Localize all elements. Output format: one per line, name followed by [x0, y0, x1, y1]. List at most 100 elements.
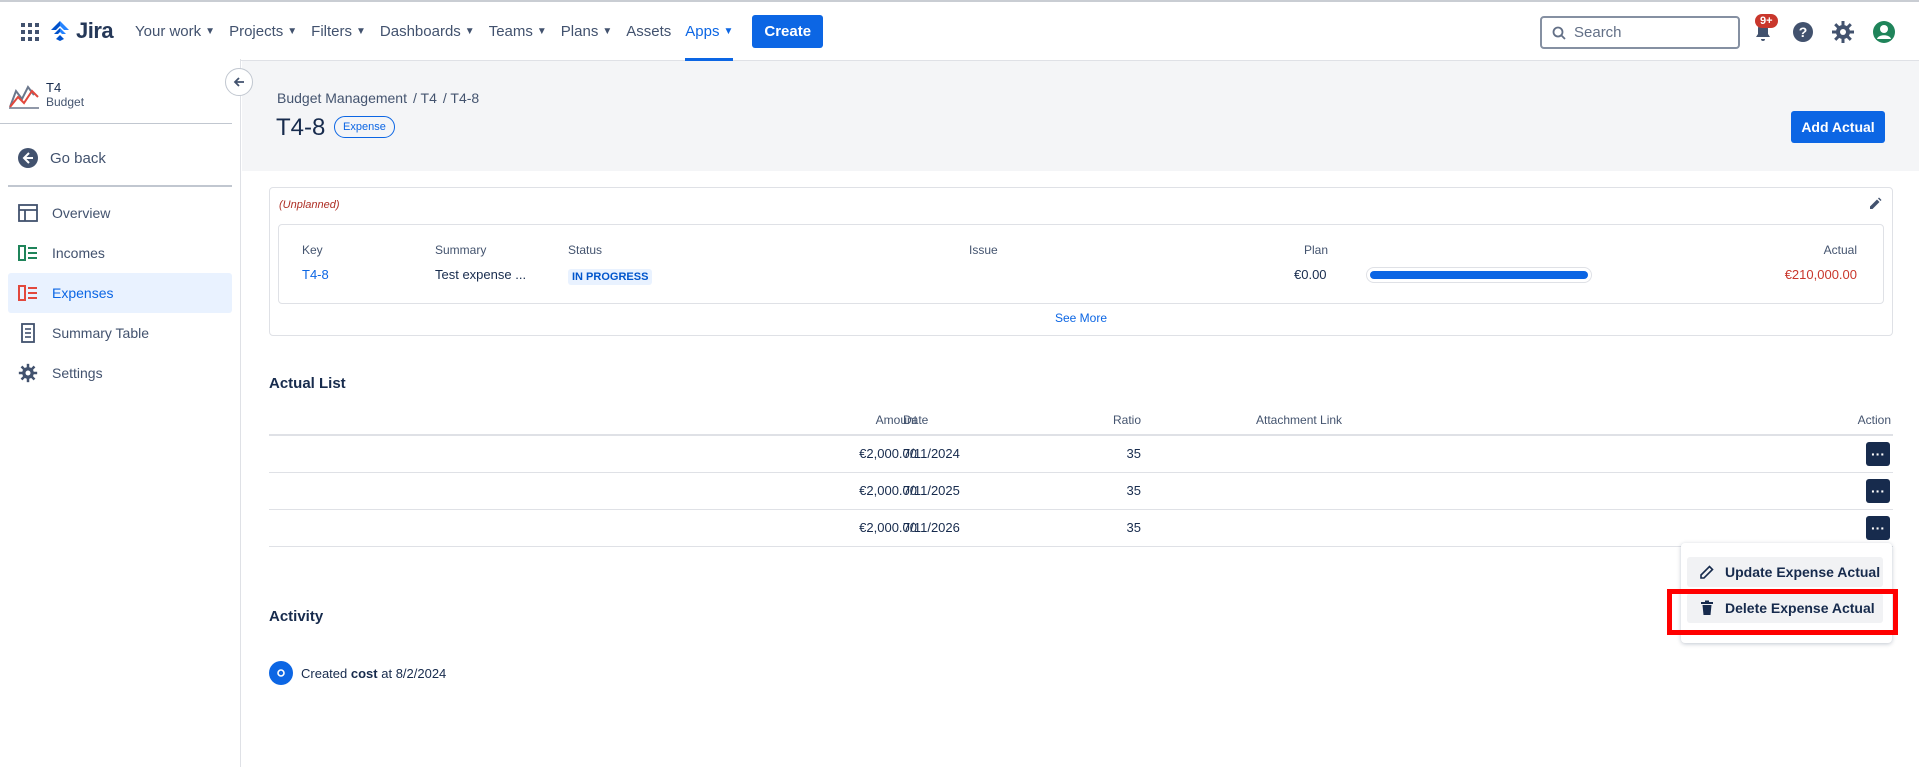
progress-bar-fill	[1370, 271, 1588, 279]
highlight-box	[1667, 589, 1898, 635]
sidebar-item-label: Overview	[52, 205, 111, 221]
summary-table-icon	[18, 323, 38, 343]
sidebar-item-expenses[interactable]: Expenses	[8, 273, 232, 313]
nav-filters[interactable]: Filters ▼	[304, 2, 373, 61]
pencil-icon[interactable]	[1868, 197, 1882, 211]
add-actual-button[interactable]: Add Actual	[1791, 111, 1885, 143]
more-icon: ···	[1871, 483, 1885, 499]
activity-avatar-icon	[269, 661, 293, 685]
chevron-down-icon: ▼	[723, 26, 734, 37]
go-back-link[interactable]: Go back	[18, 148, 106, 168]
column-header-plan: Plan	[1304, 243, 1329, 257]
page-header-band	[242, 61, 1919, 171]
unplanned-tag: (Unplanned)	[279, 199, 340, 211]
breadcrumb-item[interactable]: / T4-8	[443, 90, 479, 106]
project-name: T4	[46, 80, 62, 95]
activity-bold-text: cost	[350, 665, 378, 681]
sidebar-item-summary-table[interactable]: Summary Table	[8, 313, 232, 353]
breadcrumb-item[interactable]: Budget Management	[277, 90, 407, 106]
column-header-status: Status	[568, 243, 603, 257]
divider	[0, 123, 232, 124]
jira-logo-icon	[50, 20, 70, 42]
summary-value: Test expense ...	[435, 267, 527, 282]
nav-label: Teams	[488, 23, 533, 40]
app-switcher-icon[interactable]	[20, 22, 40, 42]
status-lozenge: IN PROGRESS	[568, 268, 653, 285]
profile-avatar-icon[interactable]	[1872, 20, 1896, 44]
actual-list-table: Amount Ratio Date Attachment Link Action…	[269, 408, 1893, 547]
more-icon: ···	[1871, 520, 1885, 536]
actual-list-title: Actual List	[269, 375, 346, 392]
nav-label: Plans	[560, 23, 599, 40]
nav-projects[interactable]: Projects ▼	[222, 2, 304, 61]
activity-title: Activity	[269, 608, 324, 625]
pencil-icon	[1699, 564, 1715, 580]
top-navigation: Jira Your work ▼ Projects ▼ Filters ▼ Da…	[0, 0, 1919, 61]
nav-your-work[interactable]: Your work ▼	[128, 2, 222, 61]
column-header-attachment: Attachment Link	[1256, 413, 1343, 427]
nav-plans[interactable]: Plans ▼	[554, 2, 619, 61]
incomes-icon	[18, 245, 38, 261]
expenses-icon	[18, 285, 38, 301]
date-cell: 7/11/2025	[903, 483, 960, 498]
project-subtitle: Budget	[46, 95, 85, 109]
nav-teams[interactable]: Teams ▼	[482, 2, 554, 61]
issue-key-link[interactable]: T4-8	[302, 267, 329, 282]
sidebar-item-overview[interactable]: Overview	[8, 193, 232, 233]
progress-bar	[1366, 267, 1592, 283]
notification-badge: 9+	[1755, 14, 1778, 28]
collapse-sidebar-button[interactable]	[225, 68, 253, 96]
activity-prefix: Created	[301, 665, 348, 681]
gear-icon[interactable]	[1831, 20, 1855, 44]
update-expense-actual-menu-item[interactable]: Update Expense Actual	[1687, 557, 1883, 587]
breadcrumb-item[interactable]: / T4	[413, 90, 437, 106]
page-title: T4-8	[276, 114, 326, 141]
nav-label: Assets	[626, 23, 672, 40]
column-header-date: Date	[903, 413, 929, 427]
gear-icon	[18, 363, 38, 383]
ratio-cell: 35	[1126, 520, 1141, 535]
actual-value: €210,000.00	[1784, 267, 1857, 282]
breadcrumb: Budget Management / T4 / T4-8	[277, 90, 479, 106]
column-header-action: Action	[1857, 413, 1891, 427]
project-chart-icon	[8, 81, 40, 109]
chevron-down-icon: ▼	[287, 26, 298, 37]
see-more-link[interactable]: See More	[270, 311, 1892, 325]
search-input[interactable]: Search	[1540, 16, 1740, 49]
summary-table: Key Summary Status Issue Plan Actual T4-…	[278, 224, 1884, 304]
svg-text:?: ?	[1799, 24, 1808, 40]
create-button[interactable]: Create	[752, 15, 824, 48]
summary-card: (Unplanned) Key Summary Status Issue Pla…	[269, 187, 1893, 336]
nav-dashboards[interactable]: Dashboards ▼	[373, 2, 482, 61]
table-row: €2,000.00 35 7/11/2025 ···	[269, 473, 1893, 510]
chevron-down-icon: ▼	[205, 26, 216, 37]
search-placeholder: Search	[1574, 24, 1622, 41]
plan-value: €0.00	[1294, 267, 1327, 282]
nav-apps[interactable]: Apps ▼	[678, 2, 740, 61]
activity-entry: Created cost at 8/2/2024	[269, 661, 446, 685]
more-icon: ···	[1871, 446, 1885, 462]
overview-icon	[18, 204, 38, 222]
more-actions-button[interactable]: ···	[1866, 479, 1890, 503]
sidebar-item-incomes[interactable]: Incomes	[8, 233, 232, 273]
chevron-down-icon: ▼	[536, 26, 547, 37]
more-actions-button[interactable]: ···	[1866, 516, 1890, 540]
activity-text: Created cost at 8/2/2024	[301, 666, 446, 681]
sidebar-item-label: Expenses	[52, 285, 114, 301]
nav-assets[interactable]: Assets	[619, 2, 678, 61]
table-row: €2,000.00 35 7/11/2026 ···	[269, 510, 1893, 547]
jira-logo[interactable]: Jira	[50, 18, 114, 44]
sidebar-item-settings[interactable]: Settings	[8, 353, 232, 393]
jira-logo-text: Jira	[76, 18, 114, 43]
sidebar-item-label: Settings	[52, 365, 103, 381]
nav-label: Your work	[135, 23, 202, 40]
date-cell: 7/11/2024	[903, 446, 960, 461]
column-header-summary: Summary	[435, 243, 487, 257]
nav-label: Dashboards	[379, 23, 461, 40]
date-cell: 7/11/2026	[903, 520, 960, 535]
more-actions-button[interactable]: ···	[1866, 442, 1890, 466]
ratio-cell: 35	[1126, 483, 1141, 498]
help-icon[interactable]: ?	[1791, 20, 1815, 44]
project-header[interactable]: T4 Budget	[8, 81, 84, 109]
activity-suffix: at 8/2/2024	[381, 665, 447, 681]
